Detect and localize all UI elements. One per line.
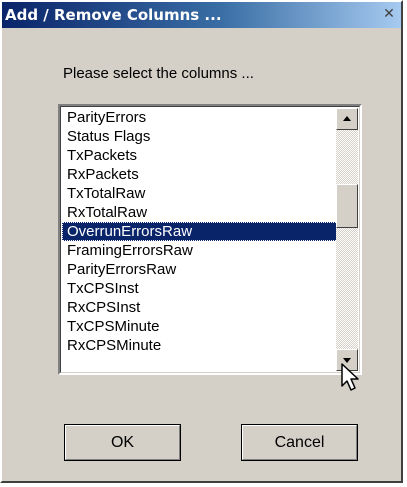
close-icon: ✕ bbox=[383, 6, 395, 22]
add-remove-columns-dialog: Add / Remove Columns ... ✕ Please select… bbox=[0, 0, 403, 483]
list-item[interactable]: ParityErrorsRaw bbox=[62, 260, 338, 279]
vertical-scrollbar[interactable] bbox=[336, 108, 358, 371]
list-item[interactable]: TxCPSMinute bbox=[62, 317, 338, 336]
columns-list[interactable]: ParityErrors Status Flags TxPackets RxPacke… bbox=[62, 108, 338, 355]
list-item[interactable]: FramingErrorsRaw bbox=[62, 241, 338, 260]
list-item[interactable]: RxPackets bbox=[62, 165, 338, 184]
list-item[interactable]: TxPackets bbox=[62, 146, 338, 165]
list-item[interactable]: TxCPSInst bbox=[62, 279, 338, 298]
close-button[interactable]: ✕ bbox=[379, 5, 399, 24]
scroll-thumb[interactable] bbox=[336, 184, 358, 228]
cancel-button-label: Cancel bbox=[242, 425, 357, 460]
title-bar[interactable]: Add / Remove Columns ... ✕ bbox=[2, 2, 401, 28]
mouse-pointer-icon bbox=[341, 363, 359, 391]
list-item[interactable]: RxCPSMinute bbox=[62, 336, 338, 355]
prompt-label: Please select the columns ... bbox=[63, 65, 254, 82]
list-item[interactable]: OverrunErrorsRaw bbox=[62, 222, 338, 241]
list-item[interactable]: RxTotalRaw bbox=[62, 203, 338, 222]
dialog-title: Add / Remove Columns ... bbox=[5, 6, 222, 24]
list-item[interactable]: RxCPSInst bbox=[62, 298, 338, 317]
scroll-up-button[interactable] bbox=[336, 108, 358, 130]
ok-button[interactable]: OK bbox=[64, 424, 181, 461]
up-arrow-icon bbox=[343, 116, 351, 121]
list-item[interactable]: ParityErrors bbox=[62, 108, 338, 127]
list-item[interactable]: TxTotalRaw bbox=[62, 184, 338, 203]
list-item[interactable]: Status Flags bbox=[62, 127, 338, 146]
ok-button-label: OK bbox=[65, 425, 180, 460]
columns-listbox[interactable]: ParityErrors Status Flags TxPackets RxPacke… bbox=[58, 104, 362, 375]
cancel-button[interactable]: Cancel bbox=[241, 424, 358, 461]
